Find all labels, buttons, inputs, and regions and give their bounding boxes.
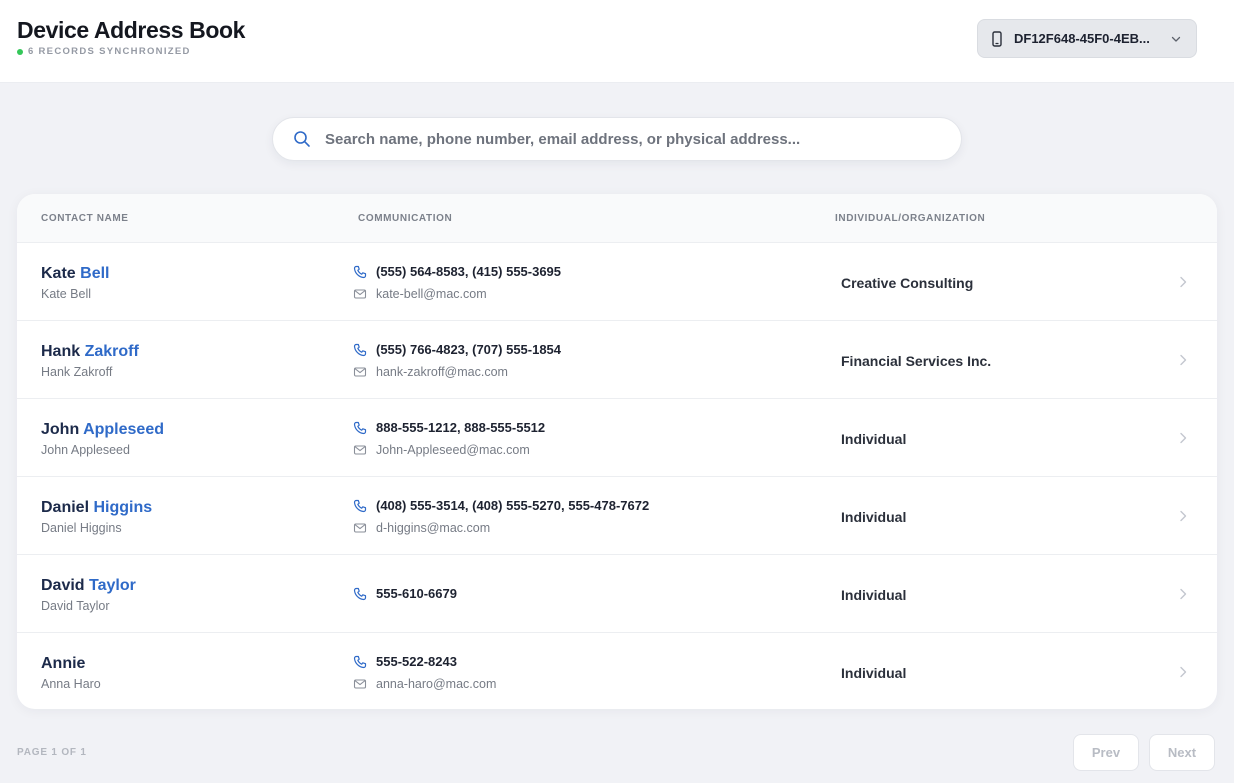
email-address: kate-bell@mac.com [376,287,487,301]
contact-organization: Individual [841,431,907,447]
contact-last-name: Taylor [89,577,136,594]
contact-phones: (555) 564-8583, (415) 555-3695 [353,264,561,279]
contact-last-name: Appleseed [83,421,164,438]
contact-organization: Financial Services Inc. [841,353,992,369]
column-header-communication: COMMUNICATION [358,213,453,224]
contacts-table: CONTACT NAME COMMUNICATION INDIVIDUAL/OR… [17,194,1217,709]
contact-phones: 555-610-6679 [353,586,457,601]
contact-email: d-higgins@mac.com [353,521,490,535]
contact-organization: Creative Consulting [841,275,974,291]
sync-status-text: 6 RECORDS SYNCHRONIZED [28,46,191,57]
mail-icon [353,679,367,689]
contact-last-name: Zakroff [84,343,139,360]
table-row[interactable]: Kate Bell Kate Bell (555) 564-8583, (415) … [17,243,1217,321]
contact-organization: Individual [841,509,907,525]
phone-numbers: (555) 766-4823, (707) 555-1854 [376,342,562,357]
phone-icon [353,655,367,668]
prev-page-button[interactable]: Prev [1073,734,1139,771]
contact-last-name: Higgins [93,499,153,516]
contact-display-name: David Taylor [41,599,110,613]
chevron-right-icon [1180,354,1187,366]
contact-email: John-Appleseed@mac.com [353,443,530,457]
phone-icon [353,421,367,434]
contact-last-name: Bell [80,265,110,282]
table-row[interactable]: Hank Zakroff Hank Zakroff (555) 766-4823, … [17,321,1217,399]
app-header: Device Address Book 6 RECORDS SYNCHRONIZ… [0,0,1234,83]
column-header-contact-name: CONTACT NAME [41,213,129,224]
table-row[interactable]: Daniel Higgins Daniel Higgins (408) 555-35… [17,477,1217,555]
contact-name: Kate Bell [41,265,109,283]
contact-first-name: Kate [41,265,76,282]
sync-status: 6 RECORDS SYNCHRONIZED [17,46,191,57]
contact-display-name: Daniel Higgins [41,521,122,535]
mail-icon [353,289,367,299]
search-bar [272,117,962,161]
phone-numbers: 888-555-1212, 888-555-5512 [376,420,546,435]
device-id: DF12F648-45F0-4EB... [1014,31,1150,46]
contact-display-name: Hank Zakroff [41,365,113,379]
contact-email: hank-zakroff@mac.com [353,365,508,379]
contact-name: Hank Zakroff [41,343,139,361]
chevron-right-icon [1180,510,1187,522]
contact-first-name: Daniel [41,499,90,516]
contact-first-name: David [41,577,85,594]
contact-organization: Individual [841,587,907,603]
email-address: hank-zakroff@mac.com [376,365,508,379]
search-icon [294,131,310,147]
phone-icon [353,343,367,356]
contact-name: Annie [41,655,85,673]
chevron-right-icon [1180,276,1187,288]
contact-name: John Appleseed [41,421,164,439]
chevron-right-icon [1180,432,1187,444]
column-header-organization: INDIVIDUAL/ORGANIZATION [835,213,986,224]
phone-numbers: (408) 555-3514, (408) 555-5270, 555-478-… [376,498,650,513]
phone-numbers: (555) 564-8583, (415) 555-3695 [376,264,562,279]
page-title: Device Address Book [17,17,246,43]
contact-display-name: Kate Bell [41,287,92,301]
phone-icon [992,30,1002,47]
email-address: d-higgins@mac.com [376,521,491,535]
contact-name: Daniel Higgins [41,499,152,517]
table-body: Kate Bell Kate Bell (555) 564-8583, (415) … [17,243,1217,709]
contact-phones: 555-522-8243 [353,654,457,669]
chevron-right-icon [1180,588,1187,600]
phone-icon [353,587,367,600]
table-row[interactable]: John Appleseed John Appleseed 888-555-1212… [17,399,1217,477]
contact-first-name: Annie [41,655,86,672]
contact-display-name: John Appleseed [41,443,130,457]
mail-icon [353,523,367,533]
contact-phones: 888-555-1212, 888-555-5512 [353,420,545,435]
contact-email: anna-haro@mac.com [353,677,496,691]
email-address: John-Appleseed@mac.com [376,443,530,457]
contact-name: David Taylor [41,577,136,595]
phone-icon [353,265,367,278]
chevron-right-icon [1180,666,1187,678]
table-row[interactable]: David Taylor David Taylor 555-610-6679 Indi… [17,555,1217,633]
contact-first-name: John [41,421,80,438]
contact-organization: Individual [841,665,907,681]
phone-numbers: 555-610-6679 [376,586,457,601]
search-input[interactable] [325,130,943,148]
table-header: CONTACT NAME COMMUNICATION INDIVIDUAL/OR… [17,194,1217,243]
phone-icon [353,499,367,512]
contact-display-name: Anna Haro [41,677,101,691]
mail-icon [353,367,367,377]
contact-email: kate-bell@mac.com [353,287,487,301]
email-address: anna-haro@mac.com [376,677,497,691]
mail-icon [353,445,367,455]
phone-numbers: 555-522-8243 [376,654,457,669]
device-selector[interactable]: DF12F648-45F0-4EB... [977,19,1197,58]
chevron-down-icon [1171,36,1181,42]
contact-first-name: Hank [41,343,81,360]
sync-status-dot [17,48,23,55]
next-page-button[interactable]: Next [1149,734,1215,771]
contact-phones: (555) 766-4823, (707) 555-1854 [353,342,561,357]
table-row[interactable]: Annie Anna Haro 555-522-8243 anna-haro@mac… [17,633,1217,709]
pagination-label: PAGE 1 OF 1 [17,747,87,758]
contact-phones: (408) 555-3514, (408) 555-5270, 555-478-… [353,498,649,513]
